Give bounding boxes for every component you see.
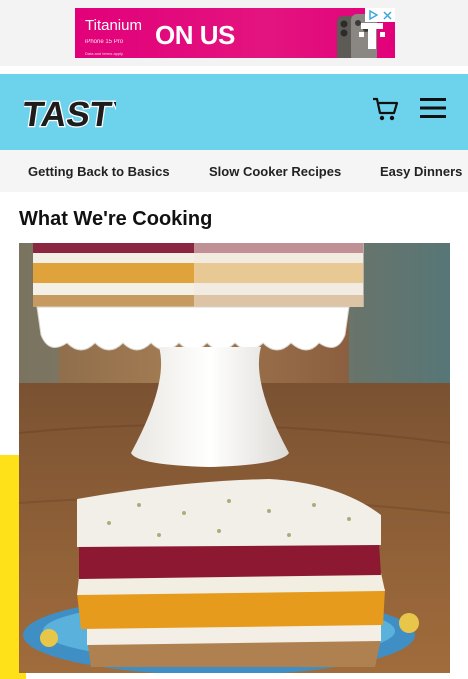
section-title: What We're Cooking [19,208,213,230]
ad-line1: Titanium [85,17,142,34]
hero-image[interactable] [19,243,450,673]
nav-item-easy-dinners[interactable]: Easy Dinners [380,164,462,179]
nav-item-basics[interactable]: Getting Back to Basics [28,164,170,179]
ad-line2: iPhone 15 Pro [85,39,124,45]
logo-text: TASTY [24,95,116,134]
cheesecake-image [19,243,450,673]
t-mobile-logo-icon [359,23,385,49]
ad-banner[interactable]: Titanium iPhone 15 Pro Data and terms ap… [75,8,395,58]
close-icon[interactable] [383,10,392,20]
ad-choices-icon [369,10,378,20]
ad-line3: Data and terms apply [85,51,124,56]
cart-icon[interactable] [372,96,400,122]
hamburger-menu-icon[interactable] [420,98,446,118]
category-nav: Getting Back to Basics Slow Cooker Recip… [0,150,468,192]
ad-area: Titanium iPhone 15 Pro Data and terms ap… [0,0,468,66]
ad-headline: ON US [155,20,235,50]
nav-item-slow-cooker[interactable]: Slow Cooker Recipes [209,164,341,179]
ad-choices-badge[interactable] [365,8,395,22]
tasty-logo[interactable]: TASTY [24,90,116,136]
